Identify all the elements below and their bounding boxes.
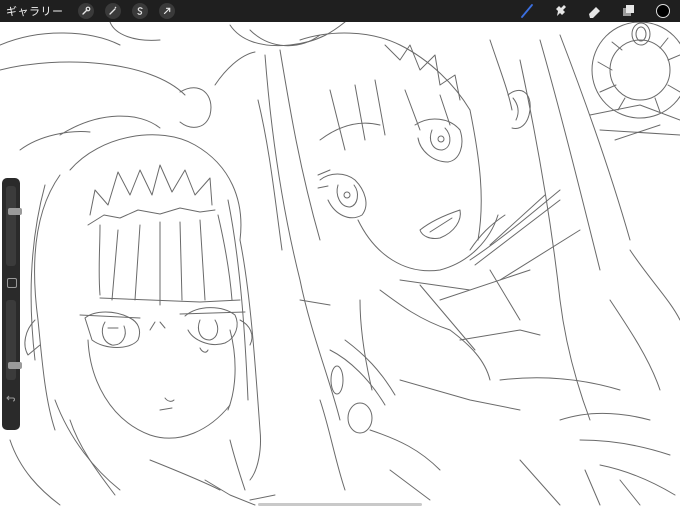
top-toolbar: ギャラリー [0,0,680,22]
smudge-icon[interactable] [550,0,572,22]
eraser-icon[interactable] [584,0,606,22]
home-indicator [258,503,422,506]
brush-size-thumb[interactable] [8,208,22,215]
current-color-swatch [656,4,670,18]
redo-icon[interactable] [5,414,17,426]
magic-wand-icon[interactable] [104,3,121,19]
tool-group [504,0,674,22]
drawing-canvas[interactable] [0,22,680,510]
selection-icon[interactable] [131,3,148,19]
sketch-lines [0,22,680,506]
transform-arrow-icon[interactable] [158,3,175,19]
gallery-button[interactable]: ギャラリー [6,3,64,19]
opacity-thumb[interactable] [8,362,22,369]
brush-sidebar [2,178,22,430]
opacity-slider[interactable] [6,300,22,380]
undo-icon[interactable] [5,392,17,404]
color-picker-button[interactable] [652,0,674,22]
wrench-icon[interactable] [77,3,94,19]
brush-icon[interactable] [516,0,538,22]
layers-icon[interactable] [618,0,640,22]
brush-size-slider[interactable] [6,186,22,266]
modify-button[interactable] [7,278,17,288]
